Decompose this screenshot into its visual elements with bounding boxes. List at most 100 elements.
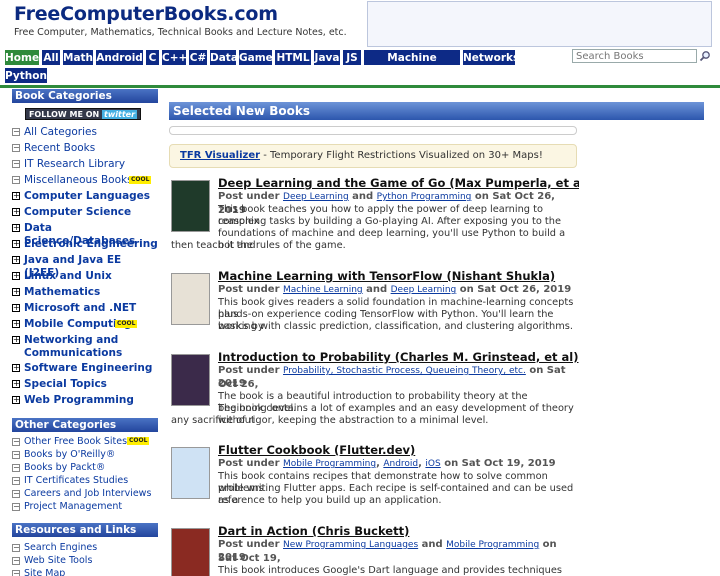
expand-plus-icon[interactable]: + (12, 288, 20, 296)
expand-plus-icon[interactable]: + (12, 336, 20, 344)
follow-label: FOLLOW ME ON (28, 110, 100, 119)
category-label: Linux and Unix (24, 270, 112, 282)
book-description-line: reasoning tasks by building a Go-playing… (218, 216, 562, 227)
category-label: Recent Books (24, 142, 96, 154)
resource-label: Site Map (24, 568, 66, 576)
collapse-minus-icon[interactable]: − (12, 160, 20, 168)
collapse-minus-icon[interactable]: − (12, 128, 20, 136)
book-tag-link[interactable]: Probability, Stochastic Process, Queuein… (283, 366, 526, 376)
search-icon[interactable] (699, 50, 711, 62)
search-input[interactable] (572, 49, 697, 63)
book-tag-link[interactable]: Mobile Programming (446, 540, 539, 550)
collapse-minus-icon: − (12, 543, 20, 552)
book-description-line: reference to help you build up an applic… (218, 495, 442, 506)
book-description-line: working with classic prediction, classif… (218, 321, 574, 332)
book-title-link[interactable]: Machine Learning with TensorFlow (Nishan… (218, 269, 555, 283)
nav-tab-c[interactable]: C (145, 49, 160, 66)
nav-tab-c-[interactable]: C# (188, 49, 208, 66)
post-date-continued: 2019 (218, 378, 246, 389)
promo-text: - Temporary Flight Restrictions Visualiz… (260, 150, 543, 161)
other-category-label: Other Free Book Sites (24, 436, 128, 447)
post-under-label: Post under (218, 191, 280, 202)
expand-plus-icon[interactable]: + (12, 256, 20, 264)
collapse-minus-icon[interactable]: − (12, 144, 20, 152)
category-label: Microsoft and .NET (24, 302, 137, 314)
expand-plus-icon[interactable]: + (12, 380, 20, 388)
nav-tab-c-[interactable]: C++ (161, 49, 187, 66)
nav-tab-math[interactable]: Math (62, 49, 94, 66)
post-date: on Sat Oct 26, 2019 (456, 284, 572, 295)
book-cover-image[interactable] (171, 354, 210, 406)
main-navbar: Home All Math Android C C++ C# Data Game HTML Java… (4, 49, 564, 85)
nav-tab-android[interactable]: Android (95, 49, 144, 66)
book-cover-image[interactable] (171, 447, 210, 499)
category-label: Miscellaneous Books (24, 174, 133, 186)
book-tag-link[interactable]: Deep Learning (283, 192, 349, 202)
cool-badge: COOL (127, 437, 150, 445)
category-label: Computer Science (24, 206, 132, 218)
empty-notice-bar (169, 126, 577, 135)
nav-tab-home[interactable]: Home (4, 49, 40, 66)
nav-tab-game[interactable]: Game (238, 49, 273, 66)
nav-tab-java[interactable]: Java (313, 49, 341, 66)
tag-separator: and (362, 284, 391, 295)
other-categories-heading: Other Categories (12, 418, 158, 432)
book-tag-link[interactable]: Python Programming (377, 192, 472, 202)
collapse-minus-icon[interactable]: − (12, 176, 20, 184)
expand-plus-icon[interactable]: + (12, 272, 20, 280)
sidebar: Book Categories FOLLOW ME ON twitter − Al… (12, 88, 158, 576)
book-title-link[interactable]: Introduction to Probability (Charles M. … (218, 350, 578, 364)
promo-link[interactable]: TFR Visualizer (180, 150, 260, 161)
follow-twitter-button[interactable]: FOLLOW ME ON twitter (25, 108, 141, 120)
book-tag-link[interactable]: iOS (425, 459, 440, 469)
book-tag-link[interactable]: Android (383, 459, 418, 469)
expand-plus-icon[interactable]: + (12, 304, 20, 312)
book-tag-link[interactable]: Mobile Programming (283, 459, 376, 469)
category-label: Special Topics (24, 378, 107, 390)
nav-tab-networks[interactable]: Networks (462, 49, 519, 66)
nav-tab-machine-learning[interactable]: Machine Learning (363, 49, 461, 81)
book-cover-image[interactable] (171, 528, 210, 576)
expand-plus-icon[interactable]: + (12, 364, 20, 372)
section-title: Selected New Books (169, 102, 579, 120)
cool-badge: COOL (129, 176, 152, 184)
book-tag-link[interactable]: Machine Learning (283, 285, 363, 295)
book-title-link[interactable]: Deep Learning and the Game of Go (Max Pu… (218, 176, 579, 190)
nav-tab-js[interactable]: JS (342, 49, 362, 66)
category-label: Networking and Communications (24, 334, 123, 359)
book-categories-heading: Book Categories (12, 89, 158, 103)
nav-tab-html[interactable]: HTML (274, 49, 312, 66)
category-label: Mathematics (24, 286, 101, 298)
category-label: Web Programming (24, 394, 134, 406)
site-tagline: Free Computer, Mathematics, Technical Bo… (14, 27, 347, 38)
post-under-label: Post under (218, 458, 280, 469)
expand-plus-icon[interactable]: + (12, 320, 20, 328)
post-under-label: Post under (218, 365, 280, 376)
tag-separator: and (418, 539, 447, 550)
post-under-label: Post under (218, 284, 280, 295)
resource-label: Search Engines (24, 542, 98, 553)
other-category-label: Careers and Job Interviews (24, 488, 152, 499)
post-date-continued: 2019 (218, 552, 246, 563)
book-cover-image[interactable] (171, 273, 210, 325)
collapse-minus-icon: − (12, 569, 20, 576)
promo-banner: TFR Visualizer - Temporary Flight Restri… (169, 144, 577, 168)
book-title-link[interactable]: Dart in Action (Chris Buckett) (218, 524, 409, 538)
nav-tab-python[interactable]: Python (4, 67, 48, 84)
book-cover-image[interactable] (171, 180, 210, 232)
ad-banner[interactable] (367, 1, 712, 47)
expand-plus-icon[interactable]: + (12, 192, 20, 200)
nav-tab-all[interactable]: All (41, 49, 61, 66)
book-tag-link[interactable]: New Programming Languages (283, 540, 418, 550)
book-description-line: This book introduces Google's Dart langu… (218, 565, 562, 576)
book-description-line: any sacrifice of rigor, keeping the abst… (171, 415, 489, 426)
expand-plus-icon[interactable]: + (12, 208, 20, 216)
resources-heading: Resources and Links (12, 523, 158, 537)
expand-plus-icon[interactable]: + (12, 224, 20, 232)
book-tag-link[interactable]: Deep Learning (391, 285, 457, 295)
nav-tab-data[interactable]: Data (209, 49, 238, 66)
book-title-link[interactable]: Flutter Cookbook (Flutter.dev) (218, 443, 415, 457)
site-title[interactable]: FreeComputerBooks.com (14, 3, 278, 25)
expand-plus-icon[interactable]: + (12, 240, 20, 248)
expand-plus-icon[interactable]: + (12, 396, 20, 404)
